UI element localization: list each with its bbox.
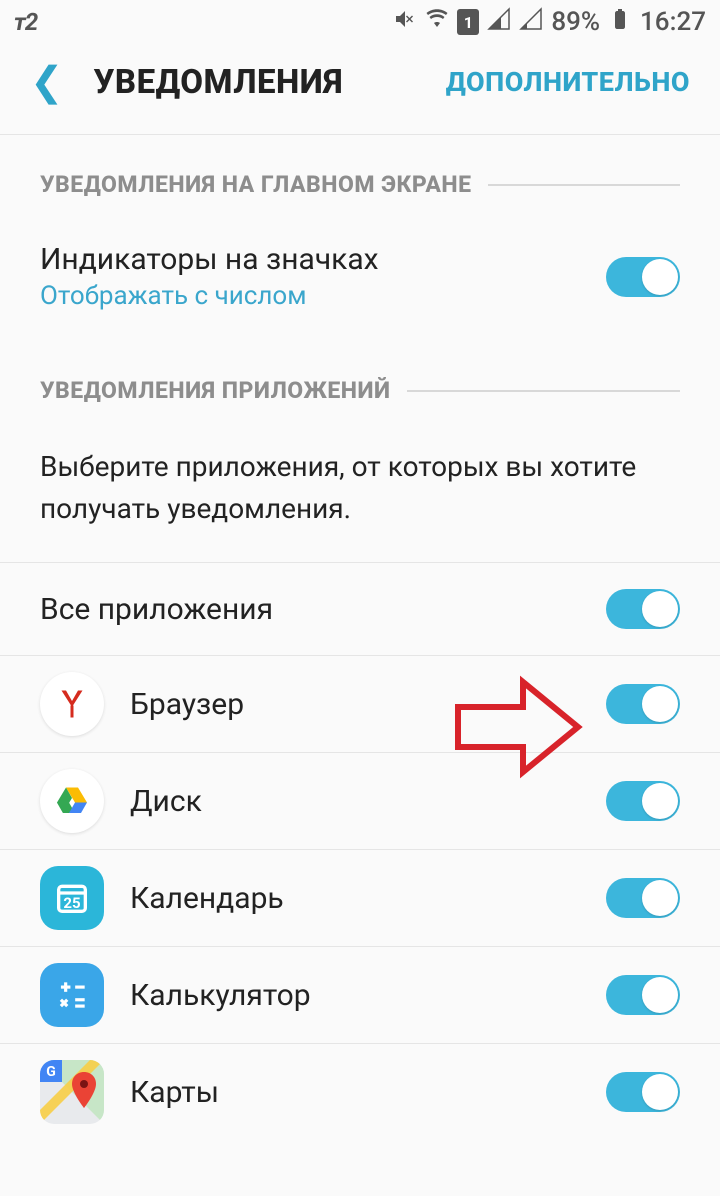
app-name-label: Диск xyxy=(130,784,606,819)
app-row-disk[interactable]: Диск xyxy=(0,753,720,850)
google-maps-icon: G xyxy=(40,1060,104,1124)
badge-title: Индикаторы на значках xyxy=(40,242,606,277)
calculator-icon xyxy=(40,963,104,1027)
app-row-calculator[interactable]: Калькулятор xyxy=(0,947,720,1044)
status-indicators: 1 89% 16:27 xyxy=(393,7,706,37)
all-apps-label: Все приложения xyxy=(40,592,606,627)
signal-2-icon xyxy=(519,7,543,37)
badge-subtitle[interactable]: Отображать с числом xyxy=(40,281,606,311)
app-toggle[interactable] xyxy=(606,684,680,724)
clock: 16:27 xyxy=(640,7,706,37)
wifi-icon xyxy=(425,7,449,37)
all-apps-row[interactable]: Все приложения xyxy=(0,563,720,656)
app-row-browser[interactable]: Браузер xyxy=(0,656,720,753)
app-row-maps[interactable]: G Карты xyxy=(0,1044,720,1140)
app-toggle[interactable] xyxy=(606,878,680,918)
svg-text:G: G xyxy=(46,1064,56,1080)
battery-icon xyxy=(608,7,632,37)
section-app-notifications: УВЕДОМЛЕНИЯ ПРИЛОЖЕНИЙ xyxy=(0,341,720,418)
app-name-label: Браузер xyxy=(130,687,606,722)
app-toggle[interactable] xyxy=(606,781,680,821)
app-header: ❮ УВЕДОМЛЕНИЯ ДОПОЛНИТЕЛЬНО xyxy=(0,44,720,135)
mute-icon xyxy=(393,7,417,37)
app-row-calendar[interactable]: 25 Календарь xyxy=(0,850,720,947)
svg-text:25: 25 xyxy=(63,894,80,912)
app-name-label: Калькулятор xyxy=(130,978,606,1013)
calendar-icon: 25 xyxy=(40,866,104,930)
back-button[interactable]: ❮ xyxy=(30,62,64,102)
app-list: Браузер Диск 25 Календарь Калькулятор G … xyxy=(0,656,720,1140)
advanced-button[interactable]: ДОПОЛНИТЕЛЬНО xyxy=(446,66,690,98)
sim-icon: 1 xyxy=(457,9,479,35)
app-toggle[interactable] xyxy=(606,1072,680,1112)
divider xyxy=(488,184,680,186)
all-apps-toggle[interactable] xyxy=(606,589,680,629)
app-toggle[interactable] xyxy=(606,975,680,1015)
badge-toggle[interactable] xyxy=(606,257,680,297)
section-home-notifications: УВЕДОМЛЕНИЯ НА ГЛАВНОМ ЭКРАНЕ xyxy=(0,135,720,212)
google-drive-icon xyxy=(40,769,104,833)
badge-indicators-row[interactable]: Индикаторы на значках Отображать с число… xyxy=(0,212,720,341)
signal-1-icon xyxy=(487,7,511,37)
section-label: УВЕДОМЛЕНИЯ НА ГЛАВНОМ ЭКРАНЕ xyxy=(40,171,472,198)
description-text: Выберите приложения, от которых вы хотит… xyxy=(40,446,680,530)
description-row: Выберите приложения, от которых вы хотит… xyxy=(0,418,720,563)
app-name-label: Календарь xyxy=(130,881,606,916)
status-bar: т2 1 89% 16:27 xyxy=(0,0,720,44)
carrier-label: т2 xyxy=(14,8,37,36)
page-title: УВЕДОМЛЕНИЯ xyxy=(94,63,343,102)
section-label: УВЕДОМЛЕНИЯ ПРИЛОЖЕНИЙ xyxy=(40,377,391,404)
divider xyxy=(407,390,680,392)
battery-percent: 89% xyxy=(551,7,600,37)
app-name-label: Карты xyxy=(130,1075,606,1110)
yandex-browser-icon xyxy=(40,672,104,736)
